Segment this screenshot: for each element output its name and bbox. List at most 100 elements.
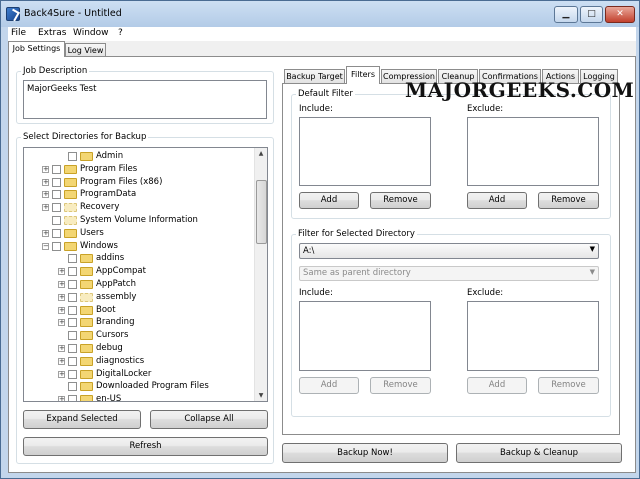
expand-icon[interactable]: +	[58, 396, 65, 401]
tree-item-checkbox[interactable]	[52, 241, 61, 251]
job-description-label: Job Description	[21, 66, 90, 76]
close-button[interactable]: ✕	[605, 6, 635, 23]
menu-help[interactable]: ?	[118, 28, 123, 38]
filter-mode-select[interactable]: Same as parent directory ▼	[299, 266, 599, 281]
maximize-button[interactable]: □	[580, 6, 603, 23]
scroll-up-icon[interactable]: ▲	[255, 150, 267, 157]
tree-item-checkbox[interactable]	[68, 280, 77, 289]
expand-icon[interactable]: +	[42, 178, 49, 186]
directories-label: Select Directories for Backup	[21, 132, 149, 142]
expand-icon[interactable]: +	[42, 204, 49, 212]
tab-filters[interactable]: Filters	[346, 66, 380, 84]
expand-icon[interactable]: +	[58, 268, 65, 276]
watermark-logo: MAJORGEEKS.COM	[405, 78, 635, 102]
collapse-icon[interactable]: −	[42, 242, 49, 250]
collapse-all-button[interactable]: Collapse All	[150, 410, 268, 429]
tree-item-checkbox[interactable]	[52, 164, 61, 174]
dir-include-label: Include:	[299, 288, 333, 298]
tree-item[interactable]: + debug	[24, 342, 256, 355]
default-exclude-remove-button[interactable]: Remove	[538, 192, 599, 209]
folder-icon	[64, 228, 77, 238]
menu-file[interactable]: File	[11, 28, 26, 38]
expand-selected-button[interactable]: Expand Selected	[23, 410, 141, 429]
expand-icon[interactable]: +	[58, 319, 65, 327]
tree-item-checkbox[interactable]	[52, 228, 61, 238]
minimize-button[interactable]: ▁	[554, 6, 578, 23]
tree-item-checkbox[interactable]	[68, 305, 77, 315]
client-area: Job Settings Log View Job Description Ma…	[8, 41, 636, 473]
scroll-thumb[interactable]	[256, 180, 267, 244]
dir-include-add-button[interactable]: Add	[299, 377, 359, 394]
default-exclude-list[interactable]	[467, 117, 599, 186]
dir-exclude-remove-button[interactable]: Remove	[538, 377, 599, 394]
tree-item[interactable]: + Boot	[24, 304, 256, 317]
tree-item[interactable]: Cursors	[24, 329, 256, 342]
tree-item[interactable]: + Branding	[24, 316, 256, 329]
tree-item[interactable]: + Users	[24, 227, 256, 240]
default-exclude-add-button[interactable]: Add	[467, 192, 527, 209]
tree-item-checkbox[interactable]	[68, 254, 77, 264]
tree-item-checkbox[interactable]	[68, 382, 77, 392]
tree-item[interactable]: + Recovery	[24, 201, 256, 214]
dir-include-remove-button[interactable]: Remove	[370, 377, 431, 394]
dir-exclude-list[interactable]	[467, 301, 599, 371]
expand-icon[interactable]: +	[42, 229, 49, 237]
expand-icon[interactable]: +	[58, 345, 65, 352]
tree-item-checkbox[interactable]	[52, 216, 61, 225]
expand-icon[interactable]: +	[42, 165, 49, 173]
tree-item-checkbox[interactable]	[68, 331, 77, 341]
directory-select[interactable]: A:\ ▼	[299, 243, 599, 259]
tree-item[interactable]: + DigitalLocker	[24, 368, 256, 381]
tree-item-checkbox[interactable]	[68, 356, 77, 366]
tree-scrollbar[interactable]: ▲ ▼	[254, 148, 267, 401]
tree-item[interactable]: Downloaded Program Files	[24, 380, 256, 393]
folder-icon	[64, 190, 77, 200]
tree-item[interactable]: System Volume Information	[24, 214, 256, 227]
expand-icon[interactable]: +	[42, 191, 49, 199]
default-include-remove-button[interactable]: Remove	[370, 192, 431, 209]
expand-icon[interactable]: +	[58, 370, 65, 378]
menu-extras[interactable]: Extras	[38, 28, 66, 38]
tree-item[interactable]: + Program Files	[24, 163, 256, 176]
dir-include-list[interactable]	[299, 301, 431, 371]
tab-backup-target[interactable]: Backup Target	[284, 69, 345, 84]
job-description-field[interactable]: MajorGeeks Test	[23, 80, 267, 119]
tree-item-checkbox[interactable]	[52, 177, 61, 187]
tree-item-checkbox[interactable]	[52, 203, 61, 213]
tree-item-checkbox[interactable]	[52, 190, 61, 200]
default-include-add-button[interactable]: Add	[299, 192, 359, 209]
backup-now-button[interactable]: Backup Now!	[282, 443, 448, 463]
refresh-button[interactable]: Refresh	[23, 437, 268, 456]
directory-tree[interactable]: Admin + Program Files + Program Files (x86) +…	[23, 147, 268, 402]
tree-item[interactable]: + AppPatch	[24, 278, 256, 291]
backup-cleanup-button[interactable]: Backup & Cleanup	[456, 443, 622, 463]
folder-icon	[80, 305, 93, 315]
tree-item[interactable]: − Windows	[24, 240, 256, 253]
expand-icon[interactable]: +	[58, 293, 65, 301]
tree-item-checkbox[interactable]	[68, 369, 77, 379]
tree-item[interactable]: + assembly	[24, 291, 256, 304]
default-include-list[interactable]	[299, 117, 431, 186]
tree-item[interactable]: + Program Files (x86)	[24, 176, 256, 189]
menu-window[interactable]: Window	[73, 28, 109, 38]
tree-item-checkbox[interactable]	[68, 395, 77, 401]
tab-job-settings[interactable]: Job Settings	[8, 41, 65, 57]
tab-log-view[interactable]: Log View	[65, 43, 106, 57]
tree-item[interactable]: + AppCompat	[24, 265, 256, 278]
expand-icon[interactable]: +	[58, 357, 65, 365]
tree-item-checkbox[interactable]	[68, 344, 77, 353]
expand-icon[interactable]: +	[58, 281, 65, 288]
tree-item-checkbox[interactable]	[68, 318, 77, 328]
tree-item[interactable]: + diagnostics	[24, 355, 256, 368]
tree-item-checkbox[interactable]	[68, 292, 77, 302]
tree-item-checkbox[interactable]	[68, 267, 77, 277]
tree-item-checkbox[interactable]	[68, 152, 77, 161]
tree-item[interactable]: + ProgramData	[24, 188, 256, 201]
tree-item[interactable]: Admin	[24, 150, 256, 163]
tree-item[interactable]: + en-US	[24, 393, 256, 401]
tree-item[interactable]: addins	[24, 252, 256, 265]
scroll-down-icon[interactable]: ▼	[255, 392, 267, 399]
expand-icon[interactable]: +	[58, 306, 65, 314]
dir-exclude-add-button[interactable]: Add	[467, 377, 527, 394]
title-bar[interactable]: Back4Sure - Untitled ▁ □ ✕	[1, 1, 639, 27]
